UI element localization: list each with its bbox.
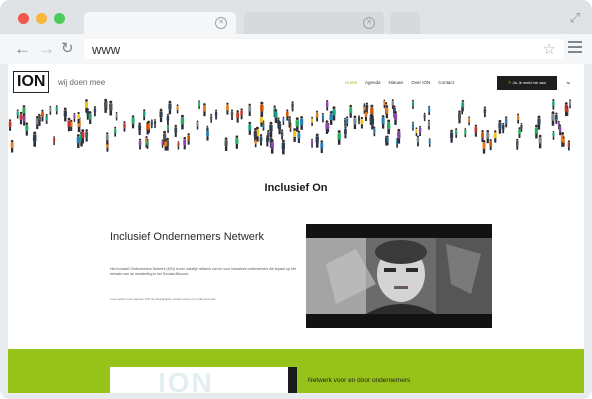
reload-button[interactable]: ↻ [61,39,74,59]
video-player[interactable] [306,224,492,328]
read-more-link[interactable]: Lees verder over waarom ION de belangrij… [110,297,290,301]
browser-tab[interactable]: ✕ [244,12,384,34]
web-page: ION wij doen mee Home Agenda Nieuws Over… [8,64,584,393]
ion-logo-card: ION [110,367,296,393]
nav-item-home[interactable]: Home [345,80,357,85]
arrow-right-icon: → [38,39,55,58]
maximize-window-button[interactable] [54,13,65,24]
tab-close-icon[interactable]: ✕ [215,17,227,29]
arrow-left-icon: ← [14,39,31,58]
chevron-down-icon[interactable]: ⌄ [565,77,572,86]
address-bar[interactable]: www ☆ [84,39,564,59]
nav-item-agenda[interactable]: Agenda [365,80,381,85]
minimize-window-button[interactable] [36,13,47,24]
expand-icon[interactable]: ⤢ [570,10,580,26]
crowd-banner-image [8,98,572,155]
close-window-button[interactable] [18,13,29,24]
site-logo[interactable]: ION [13,71,50,93]
nav-item-contact[interactable]: Contact [438,80,454,85]
url-text[interactable]: www [92,42,120,57]
title-bar: ✕ ✕ ⤢ [0,0,592,34]
new-tab-button[interactable] [390,12,420,34]
ion-paragraph: Het Inclusief Ondernemers Netwerk (ION) … [110,267,296,276]
dark-accent-block [288,367,297,393]
nav-item-over-ion[interactable]: Over ION [411,80,430,85]
back-button[interactable]: ← [14,39,31,59]
site-nav: Home Agenda Nieuws Over ION Contact [345,80,454,85]
browser-window: ✕ ✕ ⤢ ← → ↻ www ☆ ION wij doen mee Home … [0,0,592,399]
star-icon[interactable]: ☆ [543,40,556,58]
signup-button-label: Ja, ik meld me aan [512,80,547,85]
network-tagline: Netwerk voor en door ondernemers [308,377,411,384]
ion-card-logo: ION [158,367,214,393]
site-tagline: wij doen mee [58,78,106,87]
site-header: ION wij doen mee Home Agenda Nieuws Over… [8,64,584,100]
reload-icon: ↻ [61,40,74,57]
hamburger-menu-icon[interactable] [568,41,582,56]
browser-tab-active[interactable]: ✕ [84,12,236,34]
section-title: Inclusief On [264,182,328,194]
forward-button[interactable]: → [38,39,55,59]
nav-item-nieuws[interactable]: Nieuws [389,80,404,85]
browser-toolbar: ← → ↻ www ☆ [0,34,592,64]
tab-close-icon[interactable]: ✕ [363,17,375,29]
ion-heading: Inclusief Ondernemers Netwerk [110,231,265,243]
signup-button[interactable]: ✎ Ja, ik meld me aan [497,76,557,90]
